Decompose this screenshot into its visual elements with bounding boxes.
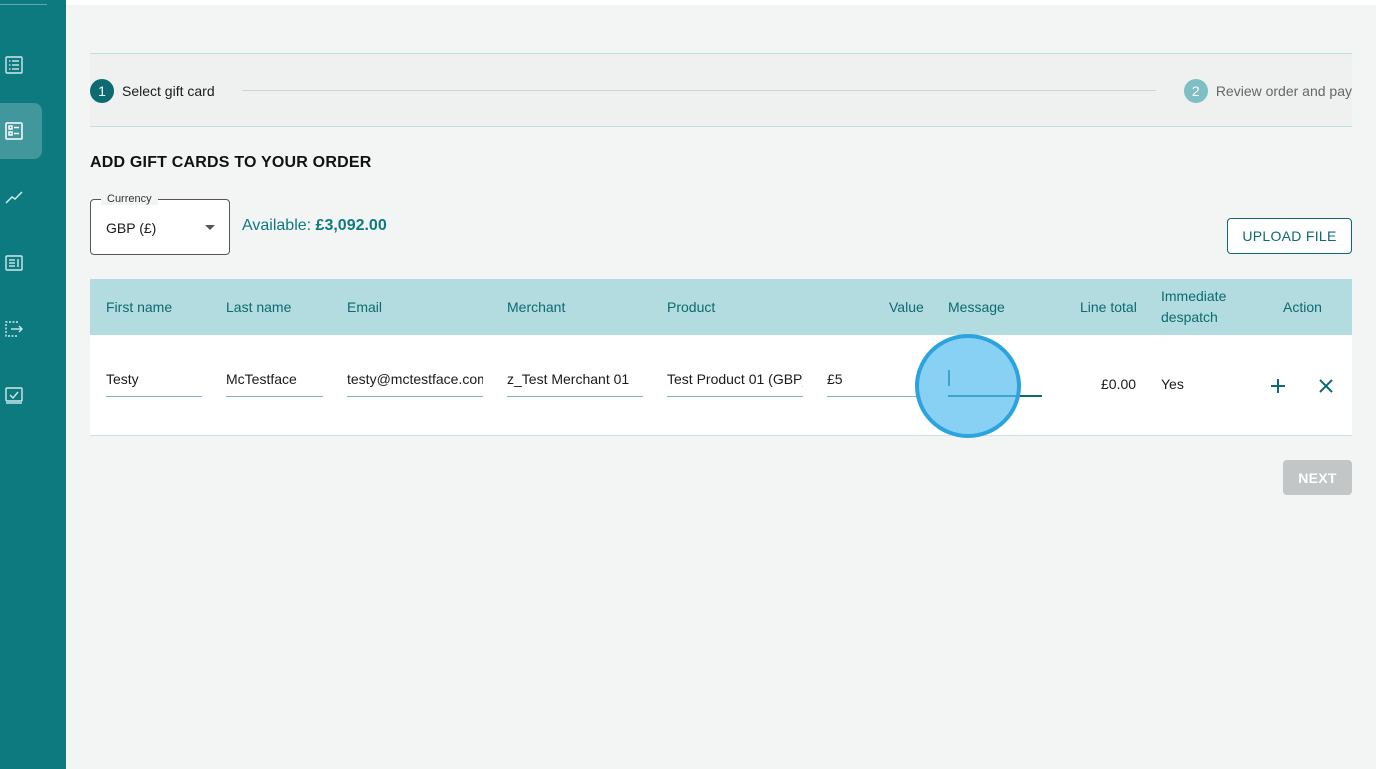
merchant-select[interactable]: z_Test Merchant 01	[507, 361, 643, 397]
sidebar-item-form-list[interactable]	[0, 103, 42, 159]
step-select-gift-card: 1 Select gift card	[90, 79, 215, 103]
step-label: Review order and pay	[1215, 83, 1352, 99]
header-product: Product	[667, 299, 716, 315]
close-icon	[1319, 379, 1333, 393]
header-email: Email	[347, 299, 383, 315]
currency-select[interactable]: Currency GBP (£)	[90, 193, 230, 255]
sidebar-item-list[interactable]	[0, 37, 42, 93]
list-icon	[5, 56, 23, 74]
step-label: Select gift card	[122, 83, 215, 99]
header-value: Value	[889, 299, 924, 315]
sidebar-divider	[0, 4, 47, 5]
step-connector	[242, 90, 1156, 91]
sidebar-item-report[interactable]	[0, 235, 42, 291]
header-action: Action	[1283, 299, 1322, 315]
header-line-total: Line total	[1080, 299, 1137, 315]
export-icon	[5, 321, 23, 337]
header-first-name: First name	[106, 299, 173, 315]
value-input[interactable]: £5	[827, 361, 917, 397]
plus-icon	[1271, 379, 1285, 393]
upload-file-button[interactable]: UPLOAD FILE	[1227, 218, 1352, 254]
caret-down-icon	[205, 225, 215, 230]
currency-label: Currency	[101, 193, 158, 205]
next-button[interactable]: NEXT	[1283, 460, 1352, 495]
line-total-value: £0.00	[1101, 376, 1137, 392]
immediate-despatch-value: Yes	[1161, 376, 1184, 392]
header-merchant: Merchant	[507, 299, 566, 315]
page-title: ADD GIFT CARDS TO YOUR ORDER	[90, 154, 372, 171]
remove-row-button[interactable]	[1316, 376, 1336, 396]
gift-card-table: First name Last name Email Merchant Prod…	[90, 279, 1352, 436]
report-icon	[5, 255, 23, 271]
checklist-icon	[5, 387, 23, 404]
table-header: First name Last name Email Merchant Prod…	[90, 279, 1352, 335]
main-content: 1 Select gift card 2 Review order and pa…	[66, 0, 1376, 769]
click-indicator	[915, 334, 1021, 438]
step-number: 2	[1183, 79, 1208, 103]
sidebar-item-export[interactable]	[0, 301, 42, 357]
sidebar-item-checklist[interactable]	[0, 367, 42, 423]
add-row-button[interactable]	[1268, 376, 1288, 396]
email-input[interactable]: testy@mctestface.com	[347, 361, 483, 397]
product-select[interactable]: Test Product 01 (GBP)	[667, 361, 803, 397]
step-number: 1	[90, 79, 114, 103]
header-immediate-despatch: Immediate despatch	[1161, 288, 1227, 325]
header-message: Message	[948, 299, 1005, 315]
first-name-input[interactable]: Testy	[106, 361, 202, 397]
form-list-icon	[5, 122, 23, 140]
header-last-name: Last name	[226, 299, 292, 315]
top-bar	[66, 0, 1376, 5]
sidebar-item-trend[interactable]	[0, 169, 42, 225]
currency-value: GBP (£)	[106, 220, 157, 236]
available-label: Available:	[242, 217, 312, 234]
sidebar	[0, 0, 66, 769]
last-name-input[interactable]: McTestface	[226, 361, 323, 397]
step-review-order: 2 Review order and pay	[1183, 79, 1352, 103]
stepper: 1 Select gift card 2 Review order and pa…	[90, 53, 1352, 127]
available-amount: £3,092.00	[315, 217, 387, 234]
trend-icon	[5, 191, 23, 204]
available-balance: Available: £3,092.00	[242, 217, 387, 235]
